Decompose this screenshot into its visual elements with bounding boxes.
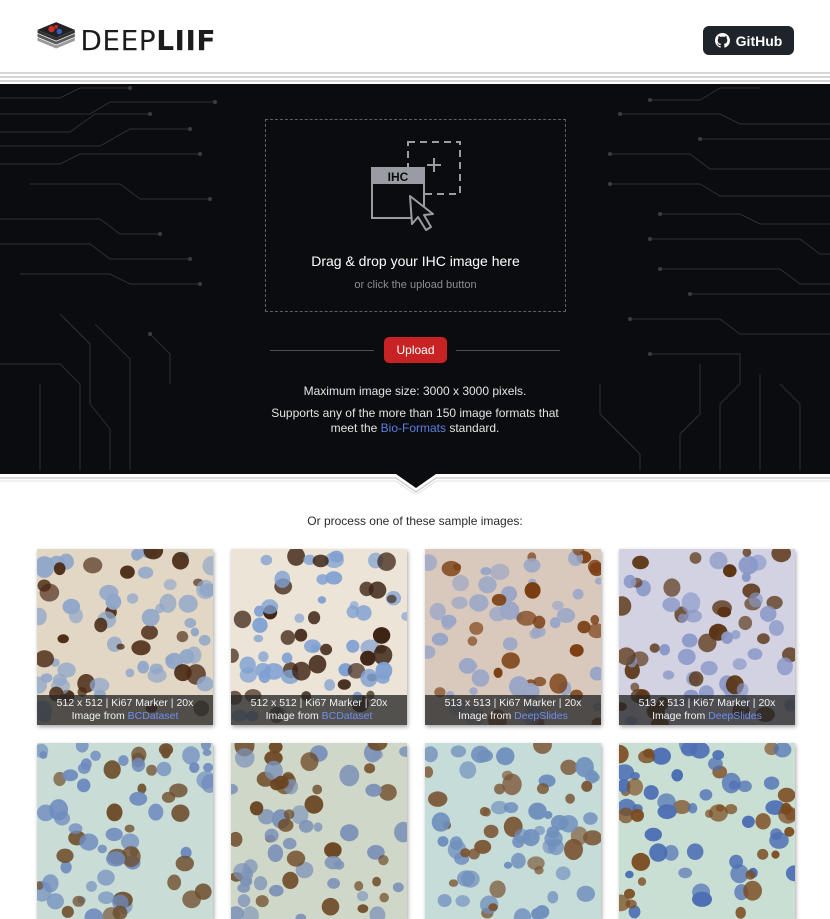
max-size-text: Maximum image size: 3000 x 3000 pixels. bbox=[303, 384, 527, 398]
sample-image-card[interactable]: 512 x 512 | Ki67 Marker | 20x Image from … bbox=[37, 549, 213, 725]
sample-caption: 512 x 512 | Ki67 Marker | 20x Image from … bbox=[37, 695, 213, 725]
sample-tissue-image bbox=[619, 743, 795, 919]
sample-caption: 513 x 513 | Ki67 Marker | 20x Image from … bbox=[425, 695, 601, 725]
sample-source: Image from BCDataset bbox=[265, 710, 373, 722]
hero-divider bbox=[0, 470, 830, 494]
sample-image-card[interactable]: 513 x 513 | Ki67 Marker | 20x Image from … bbox=[425, 549, 601, 725]
header-divider bbox=[0, 72, 830, 84]
sample-source: Image from DeepSlides bbox=[652, 710, 762, 722]
github-label: GitHub bbox=[735, 32, 783, 49]
upload-hero: IHC Drag & drop your IHC image here or c… bbox=[0, 84, 830, 470]
sample-meta: 513 x 513 | Ki67 Marker | 20x bbox=[444, 697, 582, 709]
sample-source-link[interactable]: BCDataset bbox=[322, 710, 373, 722]
logo-stack-icon bbox=[37, 22, 75, 49]
sample-meta: 512 x 512 | Ki67 Marker | 20x bbox=[56, 697, 194, 709]
sample-tissue-image bbox=[425, 743, 601, 919]
sample-source-link[interactable]: DeepSlides bbox=[708, 710, 762, 722]
drop-title: Drag & drop your IHC image here bbox=[311, 253, 520, 269]
sample-tissue-image bbox=[37, 743, 213, 919]
sample-image-card[interactable] bbox=[231, 743, 407, 919]
upload-line-left bbox=[270, 350, 374, 351]
ihc-icon-label: IHC bbox=[388, 170, 409, 184]
samples-title: Or process one of these sample images: bbox=[307, 514, 523, 528]
sample-source: Image from DeepSlides bbox=[458, 710, 568, 722]
formats-text: Supports any of the more than 150 image … bbox=[271, 406, 559, 435]
sample-meta: 512 x 512 | Ki67 Marker | 20x bbox=[250, 697, 388, 709]
sample-image-card[interactable] bbox=[619, 743, 795, 919]
sample-source: Image from BCDataset bbox=[71, 710, 179, 722]
sample-tissue-image bbox=[231, 743, 407, 919]
sample-caption: 512 x 512 | Ki67 Marker | 20x Image from … bbox=[231, 695, 407, 725]
sample-source-link[interactable]: BCDataset bbox=[128, 710, 179, 722]
sample-image-card[interactable]: 513 x 513 | Ki67 Marker | 20x Image from … bbox=[619, 549, 795, 725]
github-icon bbox=[714, 33, 730, 48]
sample-caption: 513 x 513 | Ki67 Marker | 20x Image from … bbox=[619, 695, 795, 725]
upload-row: Upload bbox=[270, 337, 560, 363]
bio-formats-link[interactable]: Bio-Formats bbox=[381, 421, 446, 435]
sample-meta: 513 x 513 | Ki67 Marker | 20x bbox=[638, 697, 776, 709]
sample-source-link[interactable]: DeepSlides bbox=[514, 710, 568, 722]
ihc-upload-icon: IHC bbox=[371, 141, 461, 231]
sample-image-card[interactable] bbox=[425, 743, 601, 919]
upload-line-right bbox=[456, 350, 560, 351]
sample-image-card[interactable] bbox=[37, 743, 213, 919]
github-button[interactable]: GitHub bbox=[703, 26, 794, 55]
upload-button[interactable]: Upload bbox=[384, 337, 447, 363]
sample-image-card[interactable]: 512 x 512 | Ki67 Marker | 20x Image from … bbox=[231, 549, 407, 725]
drop-subtitle: or click the upload button bbox=[354, 279, 477, 291]
header: DEEPLIIF GitHub bbox=[0, 0, 830, 72]
deepliif-logo[interactable]: DEEPLIIF bbox=[36, 16, 216, 64]
image-dropzone[interactable]: IHC Drag & drop your IHC image here or c… bbox=[265, 119, 566, 312]
logo-text: DEEPLIIF bbox=[80, 23, 216, 57]
